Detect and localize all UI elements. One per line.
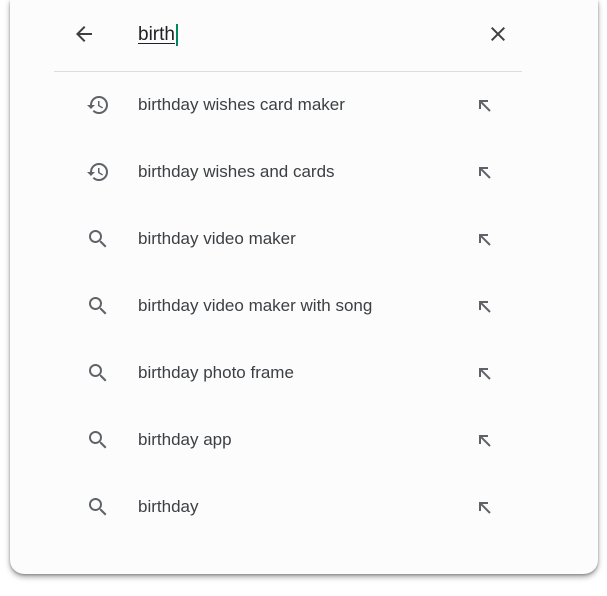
search-bar: birth <box>10 0 598 72</box>
search-icon <box>86 361 110 385</box>
suggestion-label: birthday photo frame <box>138 363 294 382</box>
search-icon <box>86 294 110 318</box>
fill-query-arrow-icon[interactable] <box>472 428 496 452</box>
search-icon <box>86 227 110 251</box>
suggestion-label: birthday video maker with song <box>138 296 373 315</box>
suggestion-item[interactable]: birthday video maker <box>10 206 598 272</box>
suggestion-label: birthday app <box>138 430 232 449</box>
search-icon <box>86 495 110 519</box>
fill-query-arrow-icon[interactable] <box>472 227 496 251</box>
search-input[interactable]: birth <box>138 24 178 46</box>
search-query-text: birth <box>138 24 175 45</box>
suggestion-item[interactable]: birthday <box>10 474 598 540</box>
back-button[interactable] <box>72 22 96 46</box>
fill-query-arrow-icon[interactable] <box>472 361 496 385</box>
clear-search-button[interactable] <box>486 22 510 46</box>
fill-query-arrow-icon[interactable] <box>472 160 496 184</box>
search-icon <box>86 428 110 452</box>
suggestion-item[interactable]: birthday wishes card maker <box>10 72 598 138</box>
arrow-back-icon <box>76 26 92 42</box>
fill-query-arrow-icon[interactable] <box>472 294 496 318</box>
history-icon <box>86 160 110 184</box>
suggestion-label: birthday video maker <box>138 229 296 248</box>
text-cursor <box>175 24 178 46</box>
fill-query-arrow-icon[interactable] <box>472 93 496 117</box>
suggestion-label: birthday wishes and cards <box>138 162 335 181</box>
suggestion-label: birthday wishes card maker <box>138 95 345 114</box>
search-suggestions-panel: birth birthday wishes card maker birthday… <box>10 0 598 574</box>
suggestion-label: birthday <box>138 497 199 516</box>
suggestion-item[interactable]: birthday app <box>10 407 598 473</box>
suggestion-item[interactable]: birthday photo frame <box>10 340 598 406</box>
fill-query-arrow-icon[interactable] <box>472 495 496 519</box>
suggestion-item[interactable]: birthday video maker with song <box>10 273 598 339</box>
suggestion-item[interactable]: birthday wishes and cards <box>10 139 598 205</box>
history-icon <box>86 93 110 117</box>
close-icon <box>491 27 505 41</box>
